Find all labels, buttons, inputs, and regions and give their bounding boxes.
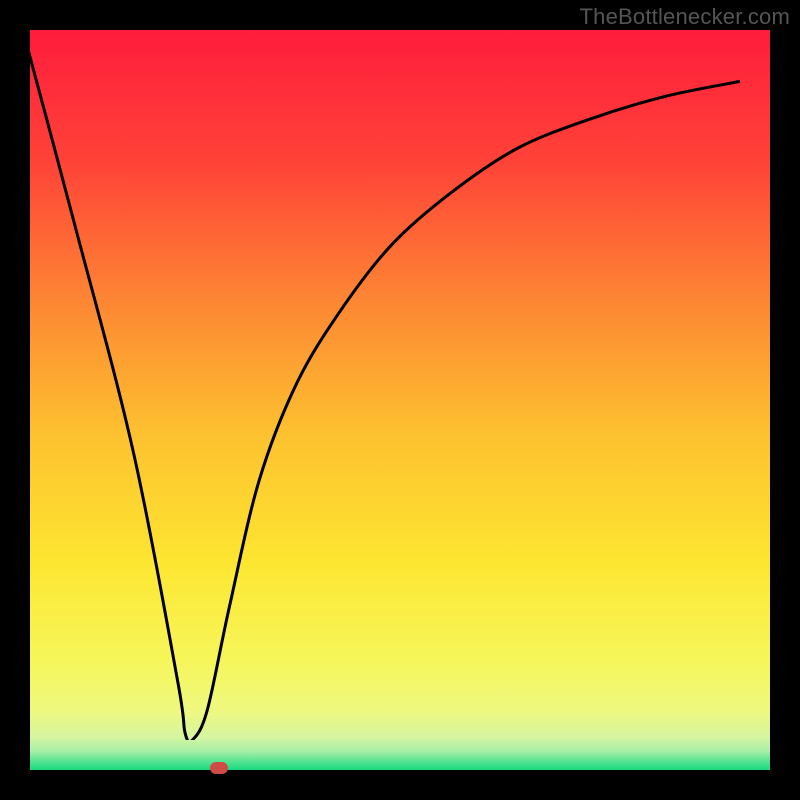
- bottleneck-curve: [15, 0, 740, 740]
- chart-curve-layer: [0, 0, 740, 740]
- optimal-marker: [210, 762, 228, 774]
